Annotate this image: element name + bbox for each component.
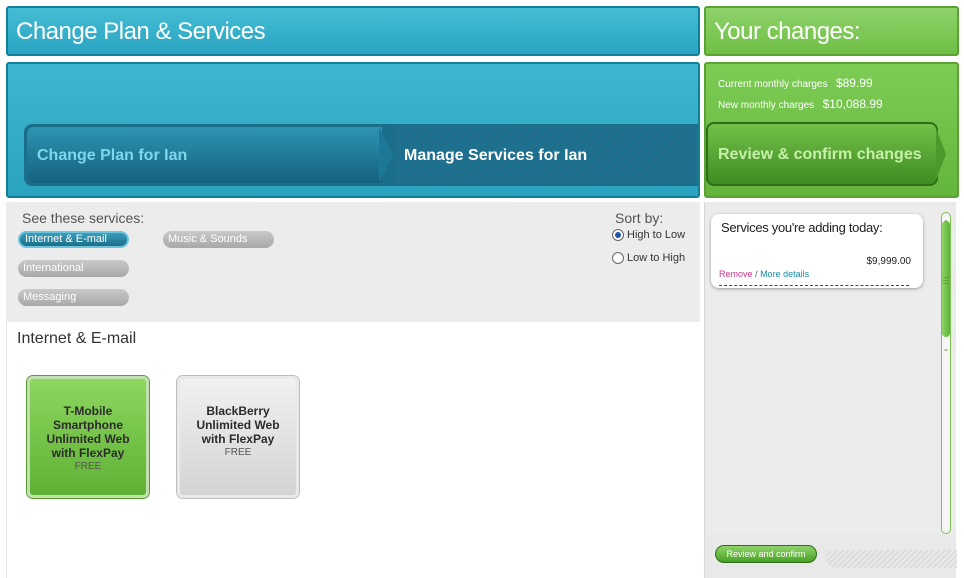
step-navigation: Change Plan for Ian Manage Services for … bbox=[24, 124, 698, 186]
service-card-tmobile-web[interactable]: T-Mobile Smartphone Unlimited Web with F… bbox=[27, 376, 149, 498]
step-change-plan-label: Change Plan for Ian bbox=[37, 147, 188, 164]
services-listing: Internet & E-mail T-Mobile Smartphone Un… bbox=[6, 322, 700, 578]
services-adding-price: $9,999.00 bbox=[866, 256, 912, 267]
sort-low-to-high-label: Low to High bbox=[627, 252, 686, 264]
services-added-card: Services you're adding today: $9,999.00 … bbox=[711, 214, 923, 288]
step-manage-services-label: Manage Services for Ian bbox=[404, 147, 588, 164]
new-charges-label: New monthly charges bbox=[718, 100, 815, 111]
filter-international[interactable]: International bbox=[18, 260, 129, 277]
header-bar: Change Plan & Services bbox=[6, 6, 700, 56]
current-charges-label: Current monthly charges bbox=[718, 79, 828, 90]
scrollbar-thumb[interactable]: ⌃ — — — ⌄ bbox=[942, 220, 950, 353]
service-actions: Remove / More details bbox=[719, 269, 809, 279]
current-charges-value: $89.99 bbox=[835, 76, 873, 90]
scroll-up-icon[interactable]: ⌃ bbox=[942, 220, 950, 228]
service-name: BlackBerry Unlimited Web with FlexPay bbox=[196, 404, 280, 446]
sort-high-to-low[interactable]: High to Low bbox=[612, 229, 686, 242]
sidebar-footer-decoration bbox=[825, 550, 957, 568]
filter-music-sounds[interactable]: Music & Sounds bbox=[163, 231, 274, 248]
review-and-confirm-button[interactable]: Review and confirm bbox=[715, 545, 817, 563]
grip-icon: — — — bbox=[943, 275, 949, 287]
changes-title: Your changes: bbox=[714, 18, 861, 45]
radio-selected-icon[interactable] bbox=[612, 229, 624, 242]
changes-sidebar: Services you're adding today: $9,999.00 … bbox=[704, 202, 957, 578]
current-charges: Current monthly charges $89.99 bbox=[718, 74, 873, 92]
changes-header-bar: Your changes: bbox=[704, 6, 959, 56]
review-arrow-icon bbox=[936, 128, 946, 180]
step-change-plan[interactable]: Change Plan for Ian bbox=[27, 127, 382, 183]
link-separator: / bbox=[755, 269, 758, 279]
step-manage-services: Manage Services for Ian bbox=[396, 127, 698, 183]
more-details-link[interactable]: More details bbox=[760, 269, 809, 279]
new-charges-value: $10,088.99 bbox=[822, 97, 883, 111]
service-price: FREE bbox=[224, 447, 252, 458]
service-filters: See these services: Internet & E-mail In… bbox=[6, 202, 700, 322]
service-card-blackberry-web[interactable]: BlackBerry Unlimited Web with FlexPay FR… bbox=[177, 376, 299, 498]
new-charges: New monthly charges $10,088.99 bbox=[718, 95, 883, 113]
radio-unselected-icon[interactable] bbox=[612, 252, 624, 265]
see-services-label: See these services: bbox=[22, 210, 145, 226]
sidebar-scroll-area: Services you're adding today: $9,999.00 … bbox=[707, 206, 955, 534]
step-arrow-icon bbox=[379, 127, 393, 183]
sort-by-label: Sort by: bbox=[615, 210, 664, 226]
filter-internet-email[interactable]: Internet & E-mail bbox=[18, 231, 129, 248]
dashed-divider bbox=[719, 285, 909, 286]
filter-messaging[interactable]: Messaging bbox=[18, 289, 129, 306]
sidebar-scrollbar[interactable]: ⌃ — — — ⌄ bbox=[941, 212, 951, 534]
scroll-down-icon[interactable]: ⌄ bbox=[942, 345, 950, 353]
services-adding-title: Services you're adding today: bbox=[721, 220, 883, 235]
page: Change Plan & Services Your changes: Cha… bbox=[0, 0, 964, 578]
service-price: FREE bbox=[74, 461, 102, 472]
changes-panel: Current monthly charges $89.99 New month… bbox=[704, 62, 959, 198]
section-title: Internet & E-mail bbox=[17, 330, 137, 347]
page-title: Change Plan & Services bbox=[16, 18, 266, 45]
review-confirm-step-button[interactable]: Review & confirm changes bbox=[706, 122, 938, 186]
review-confirm-step-label: Review & confirm changes bbox=[718, 146, 922, 163]
sort-high-to-low-label: High to Low bbox=[627, 229, 686, 241]
remove-link[interactable]: Remove bbox=[719, 269, 753, 279]
sort-low-to-high[interactable]: Low to High bbox=[612, 252, 686, 265]
service-name: T-Mobile Smartphone Unlimited Web with F… bbox=[46, 404, 130, 460]
steps-panel: Change Plan for Ian Manage Services for … bbox=[6, 62, 700, 198]
